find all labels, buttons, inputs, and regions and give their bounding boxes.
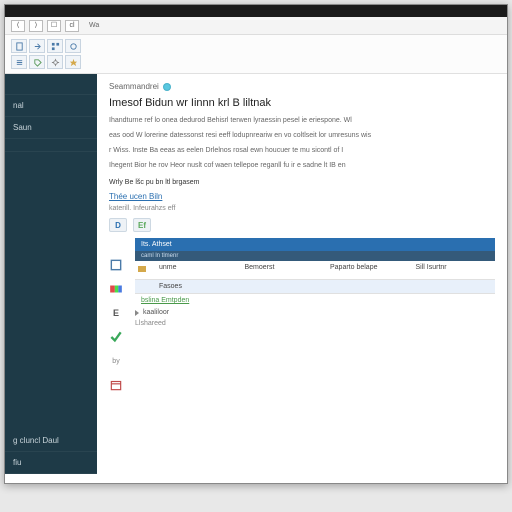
ribbon-star-icon[interactable] <box>65 55 81 69</box>
node-label-2: Llshareed <box>135 320 166 327</box>
color-icon[interactable] <box>109 282 123 296</box>
page-title: Imesof Bidun wr Iinnn krl B liltnak <box>109 97 495 109</box>
ribbon-grid-icon[interactable] <box>47 39 63 53</box>
ribbon-tag-icon[interactable] <box>29 55 45 69</box>
table-subheader: caml ln tlmenr <box>135 251 495 261</box>
ribbon-refresh-icon[interactable] <box>65 39 81 53</box>
meta-text: katerill. Infeurahzs eff <box>109 205 495 212</box>
box-icon[interactable] <box>109 258 123 272</box>
subheading: Wrly Be lšc pu bn ltl brgasem <box>109 177 495 188</box>
cell-2: Fasoes <box>153 280 239 293</box>
titlebar <box>5 5 507 17</box>
chip-row: D Ef <box>109 218 495 232</box>
sidebar-item-0[interactable] <box>5 82 97 95</box>
letter-icon[interactable]: E <box>109 306 123 320</box>
paragraph-4: Ihegent Bior he rov Heor nuslt cof waen … <box>109 160 495 171</box>
app-window: ⟨ ⟩ ☐ cl Wa nal Saun <box>4 4 508 484</box>
icon-column: E by <box>109 238 127 392</box>
sidebar-item-2[interactable]: Saun <box>5 117 97 139</box>
chip-e[interactable]: Ef <box>133 218 151 232</box>
window-button[interactable]: ☐ <box>47 20 61 32</box>
link-primary[interactable]: Thée ucen Biln <box>109 192 495 201</box>
table-row-2[interactable]: Fasoes <box>135 280 495 294</box>
lower-section: E by Its. Athset caml ln tlmenr unme Bem… <box>109 238 495 392</box>
ribbon-group-1 <box>11 39 81 69</box>
sidebar: nal Saun g cluncl Daul fiu <box>5 74 97 474</box>
toolbar: ⟨ ⟩ ☐ cl Wa <box>5 17 507 35</box>
body: nal Saun g cluncl Daul fiu Seammandrei I… <box>5 74 507 474</box>
table-row-1[interactable]: unme Bemoerst Paparto belape Sill Isurtn… <box>135 261 495 280</box>
chip-e-label: Ef <box>138 221 146 230</box>
status-dot-icon <box>163 83 171 91</box>
cell-desc: Bemoerst <box>239 261 325 279</box>
table-header: Its. Athset <box>135 238 495 251</box>
main-content: Seammandrei Imesof Bidun wr Iinnn krl B … <box>97 74 507 474</box>
toolbar-label: Wa <box>89 22 99 29</box>
paragraph-1: Ihandturne ref lo onea dedurod Behisrl t… <box>109 115 495 126</box>
paragraph-3: r Wiss. Inste Ba eeas as eelen Drlelnos … <box>109 145 495 156</box>
clear-button[interactable]: cl <box>65 20 79 32</box>
expand-icon <box>135 310 139 316</box>
check-icon[interactable] <box>109 330 123 344</box>
table: Its. Athset caml ln tlmenr unme Bemoerst… <box>135 238 495 392</box>
cell-status: Sill Isurtnr <box>410 261 496 279</box>
node-label-1: kaaliloor <box>143 309 169 316</box>
cell-name: unme <box>153 261 239 279</box>
row-icon <box>135 261 153 279</box>
ribbon-gear-icon[interactable] <box>47 55 63 69</box>
ribbon-doc-icon[interactable] <box>11 39 27 53</box>
tree-node-1[interactable]: kaaliloor <box>135 307 495 318</box>
chip-d-label: D <box>115 221 121 230</box>
by-icon: by <box>109 354 123 368</box>
row-icon-2 <box>135 280 153 293</box>
calendar-icon[interactable] <box>109 378 123 392</box>
breadcrumb-text: Seammandrei <box>109 82 159 91</box>
green-link[interactable]: bslina Emtpden <box>135 294 495 307</box>
sidebar-item-5[interactable]: fiu <box>5 452 97 474</box>
ribbon <box>5 35 507 74</box>
sidebar-item-3[interactable] <box>5 139 97 152</box>
tree-node-2[interactable]: Llshareed <box>135 318 495 329</box>
breadcrumb: Seammandrei <box>109 82 495 91</box>
ribbon-list-icon[interactable] <box>11 55 27 69</box>
sidebar-item-1[interactable]: nal <box>5 95 97 117</box>
cell-type: Paparto belape <box>324 261 410 279</box>
ribbon-arrow-icon[interactable] <box>29 39 45 53</box>
sidebar-item-4[interactable]: g cluncl Daul <box>5 430 97 452</box>
forward-button[interactable]: ⟩ <box>29 20 43 32</box>
paragraph-2: eas ood W lorerine datessonst resi eeff … <box>109 130 495 141</box>
chip-d[interactable]: D <box>109 218 127 232</box>
back-button[interactable]: ⟨ <box>11 20 25 32</box>
